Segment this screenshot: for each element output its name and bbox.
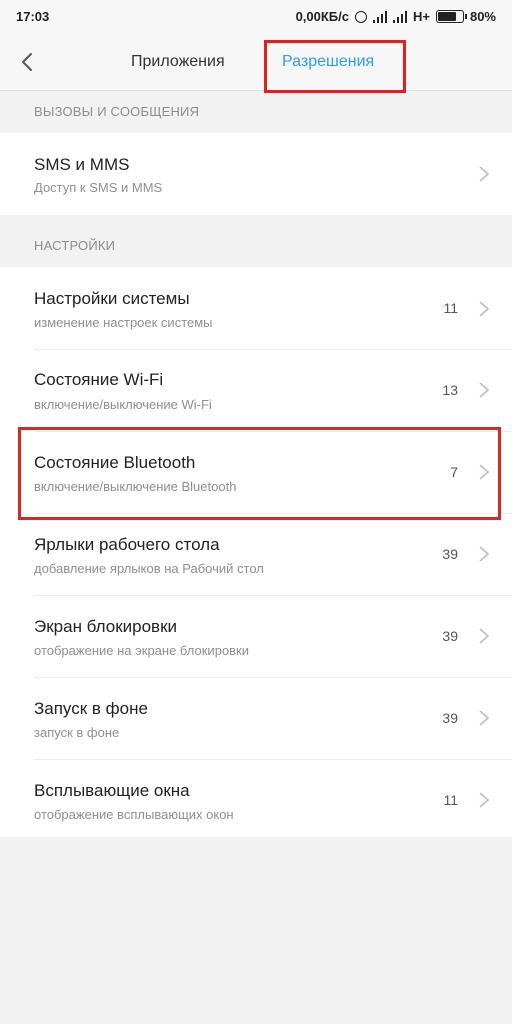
list-item-sms-mms[interactable]: SMS и MMS Доступ к SMS и MMS xyxy=(0,133,512,215)
list-item-title: Всплывающие окна xyxy=(34,781,190,800)
section-title-settings: НАСТРОЙКИ xyxy=(34,238,116,253)
list-item-count: 39 xyxy=(442,710,458,726)
network-type: H+ xyxy=(412,9,430,24)
section-card-calls: SMS и MMS Доступ к SMS и MMS xyxy=(0,133,512,215)
list-item-background-start[interactable]: Запуск в фоне запуск в фоне 39 xyxy=(0,677,512,759)
highlight-frame-tab xyxy=(264,40,406,93)
list-item-system-settings[interactable]: Настройки системы изменение настроек сис… xyxy=(0,267,512,349)
battery-percent: 80% xyxy=(469,9,496,24)
list-item-subtitle: Доступ к SMS и MMS xyxy=(34,180,163,195)
list-item-count: 13 xyxy=(442,382,458,398)
alarm-icon xyxy=(354,10,367,23)
battery-icon xyxy=(435,10,467,23)
chevron-right-icon xyxy=(479,382,490,398)
list-item-title: Настройки системы xyxy=(34,289,190,308)
chevron-right-icon xyxy=(479,546,490,562)
list-item-title: Ярлыки рабочего стола xyxy=(34,535,220,554)
status-indicators: 0,00КБ/с H+ 80% xyxy=(296,9,496,24)
chevron-right-icon xyxy=(479,301,490,317)
list-item-count: 39 xyxy=(442,628,458,644)
list-item-subtitle: запуск в фоне xyxy=(34,725,120,740)
list-item-subtitle: добавление ярлыков на Рабочий стол xyxy=(34,561,264,576)
list-item-wifi-state[interactable]: Состояние Wi-Fi включение/выключение Wi-… xyxy=(0,349,512,431)
status-bar: 17:03 0,00КБ/с H+ 80% xyxy=(0,0,512,34)
list-item-count: 11 xyxy=(443,300,458,316)
list-item-lock-screen[interactable]: Экран блокировки отображение на экране б… xyxy=(0,595,512,677)
list-item-subtitle: отображение на экране блокировки xyxy=(34,643,250,658)
top-tab-bar: Приложения Разрешения xyxy=(0,34,512,93)
signal-icon xyxy=(392,10,407,23)
section-title-calls: ВЫЗОВЫ И СООБЩЕНИЯ xyxy=(34,104,200,119)
network-speed: 0,00КБ/с xyxy=(295,9,349,24)
highlight-frame-bluetooth xyxy=(18,427,501,520)
list-item-subtitle: включение/выключение Wi-Fi xyxy=(34,397,212,412)
status-time: 17:03 xyxy=(16,9,50,24)
chevron-right-icon xyxy=(479,710,490,726)
list-item-title: Запуск в фоне xyxy=(34,699,148,718)
list-item-popup-windows[interactable]: Всплывающие окна отображение всплывающих… xyxy=(0,759,512,837)
chevron-right-icon xyxy=(479,166,490,182)
chevron-right-icon xyxy=(479,628,490,644)
list-item-count: 39 xyxy=(442,546,458,562)
chevron-right-icon xyxy=(479,792,490,808)
back-arrow-icon[interactable] xyxy=(16,50,40,74)
section-card-settings: Настройки системы изменение настроек сис… xyxy=(0,267,512,837)
signal-icon xyxy=(372,10,387,23)
list-item-subtitle: отображение всплывающих окон xyxy=(34,807,234,822)
list-item-subtitle: изменение настроек системы xyxy=(34,315,213,330)
list-item-title: Состояние Wi-Fi xyxy=(34,370,164,389)
list-item-title: Экран блокировки xyxy=(34,617,178,636)
list-item-count: 11 xyxy=(443,792,458,808)
list-item-desktop-shortcuts[interactable]: Ярлыки рабочего стола добавление ярлыков… xyxy=(0,513,512,595)
tab-applications[interactable]: Приложения xyxy=(131,53,225,71)
list-item-title: SMS и MMS xyxy=(34,155,130,174)
